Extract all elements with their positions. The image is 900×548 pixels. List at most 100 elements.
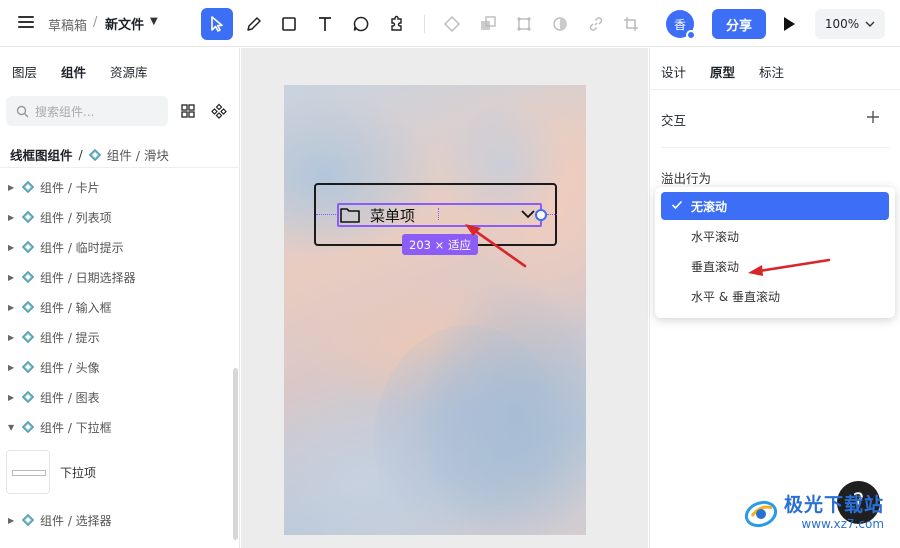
plugin-tool-button[interactable] <box>380 8 412 40</box>
tab-inspect[interactable]: 标注 <box>759 62 784 81</box>
cursor-icon <box>211 16 223 32</box>
collapse-arrow-icon[interactable]: ▼ <box>8 423 22 432</box>
expand-arrow-icon[interactable]: ▶ <box>8 183 22 192</box>
component-set-icon[interactable] <box>211 103 227 119</box>
component-diamond-icon <box>22 514 34 526</box>
text-icon <box>319 17 331 31</box>
right-tabs: 设计 原型 标注 <box>661 62 784 81</box>
tree-item[interactable]: ▶ 组件 / 卡片 <box>8 177 100 197</box>
pen-icon <box>247 17 261 31</box>
expand-arrow-icon[interactable]: ▶ <box>8 273 22 282</box>
divider <box>650 89 900 90</box>
breadcrumb-folder[interactable]: 草稿箱 <box>48 15 87 34</box>
component-diamond-icon <box>22 391 34 403</box>
grid-view-icon[interactable] <box>181 104 195 118</box>
rectangle-icon <box>282 17 296 31</box>
right-panel: 设计 原型 标注 交互 溢出行为 无滚动 水平滚动 垂直滚动 水平 & 垂直滚动 <box>649 48 900 548</box>
boolean-tool-button[interactable] <box>472 8 504 40</box>
zoom-value: 100% <box>824 17 860 31</box>
text-tool-button[interactable] <box>309 8 341 40</box>
user-avatar[interactable]: 香 <box>666 10 696 40</box>
chevron-down-icon <box>521 210 535 219</box>
tree-item[interactable]: ▶ 组件 / 列表项 <box>8 207 112 227</box>
artboard-frame[interactable] <box>284 85 586 535</box>
dropdown-item-text[interactable]: 菜单项 <box>370 205 415 226</box>
dropdown-item-thumbnail[interactable] <box>6 450 50 494</box>
zoom-select[interactable]: 100% <box>815 9 885 39</box>
tree-item[interactable]: ▶ 组件 / 提示 <box>8 327 100 347</box>
link-tool-button[interactable] <box>580 8 612 40</box>
tree-item-label: 组件 / 日期选择器 <box>40 270 136 285</box>
comment-icon <box>353 16 369 32</box>
dropdown-item-label[interactable]: 下拉项 <box>60 464 96 481</box>
resize-handle[interactable] <box>535 209 547 221</box>
expand-arrow-icon[interactable]: ▶ <box>8 303 22 312</box>
move-tool-button[interactable] <box>201 8 233 40</box>
tree-item[interactable]: ▼ 组件 / 下拉框 <box>8 417 112 437</box>
toolbar-divider <box>424 15 425 33</box>
component-tool-button[interactable] <box>436 8 468 40</box>
tab-prototype[interactable]: 原型 <box>710 62 735 81</box>
comment-tool-button[interactable] <box>345 8 377 40</box>
tree-item-selector[interactable]: ▶ 组件 / 选择器 <box>8 510 112 530</box>
expand-arrow-icon[interactable]: ▶ <box>8 333 22 342</box>
library-name[interactable]: 线框图组件 <box>10 145 73 164</box>
current-component-path: 组件 / 滑块 <box>106 148 169 163</box>
search-placeholder: 搜索组件... <box>35 104 95 119</box>
tab-layers[interactable]: 图层 <box>12 62 37 81</box>
tree-item[interactable]: ▶ 组件 / 输入框 <box>8 297 112 317</box>
center-guide <box>438 208 439 220</box>
crop-tool-button[interactable] <box>615 8 647 40</box>
chevron-down-icon <box>865 21 875 27</box>
expand-arrow-icon[interactable]: ▶ <box>8 393 22 402</box>
menu-option-label: 水平滚动 <box>691 229 740 244</box>
component-diamond-icon <box>22 301 34 313</box>
component-diamond-icon <box>22 211 34 223</box>
menu-option-horizontal-scroll[interactable]: 水平滚动 <box>661 222 889 250</box>
expand-arrow-icon[interactable]: ▶ <box>8 243 22 252</box>
expand-arrow-icon[interactable]: ▶ <box>8 516 22 525</box>
menu-option-vertical-scroll[interactable]: 垂直滚动 <box>661 252 889 280</box>
tab-library[interactable]: 资源库 <box>110 62 148 81</box>
menu-option-no-scroll[interactable]: 无滚动 <box>661 192 889 220</box>
search-icon <box>16 105 29 117</box>
mask-tool-button[interactable] <box>544 8 576 40</box>
tree-item-label: 组件 / 下拉框 <box>40 420 112 435</box>
tab-design[interactable]: 设计 <box>661 62 686 81</box>
divider <box>661 147 889 148</box>
expand-arrow-icon[interactable]: ▶ <box>8 363 22 372</box>
tree-item-label: 组件 / 提示 <box>40 330 100 345</box>
expand-arrow-icon[interactable]: ▶ <box>8 213 22 222</box>
tree-item-label: 组件 / 图表 <box>40 390 100 405</box>
pen-tool-button[interactable] <box>238 8 270 40</box>
tree-item[interactable]: ▶ 组件 / 临时提示 <box>8 237 124 257</box>
add-interaction-icon[interactable] <box>866 110 880 124</box>
top-toolbar: 草稿箱 / 新文件 ▼ 香 分享 100% <box>0 0 900 47</box>
chevron-down-icon[interactable]: ▼ <box>150 16 158 27</box>
menu-option-both-scroll[interactable]: 水平 & 垂直滚动 <box>661 282 889 310</box>
component-diamond-icon <box>22 271 34 283</box>
tree-item[interactable]: ▶ 组件 / 日期选择器 <box>8 267 136 287</box>
frame-icon <box>517 17 531 31</box>
share-button[interactable]: 分享 <box>712 9 766 39</box>
rectangle-tool-button[interactable] <box>273 8 305 40</box>
file-name[interactable]: 新文件 <box>105 14 144 33</box>
selected-dropdown-item[interactable] <box>337 203 542 227</box>
frame-tool-button[interactable] <box>508 8 540 40</box>
design-canvas[interactable]: 菜单项 203 × 适应 <box>241 48 648 548</box>
tab-components[interactable]: 组件 <box>61 62 86 81</box>
tree-item-label: 组件 / 选择器 <box>40 513 112 528</box>
component-search-input[interactable]: 搜索组件... <box>6 96 168 126</box>
component-diamond-icon <box>22 331 34 343</box>
interaction-label: 交互 <box>661 113 687 128</box>
tree-item-label: 组件 / 头像 <box>40 360 100 375</box>
hamburger-menu-icon[interactable] <box>18 16 34 30</box>
play-icon[interactable] <box>781 15 797 33</box>
component-diamond-icon <box>22 181 34 193</box>
spacing-guide <box>316 214 336 215</box>
left-scrollbar[interactable] <box>233 368 238 540</box>
component-diamond-icon <box>22 421 34 433</box>
plugin-icon <box>391 15 402 31</box>
tree-item[interactable]: ▶ 组件 / 头像 <box>8 357 100 377</box>
tree-item[interactable]: ▶ 组件 / 图表 <box>8 387 100 407</box>
